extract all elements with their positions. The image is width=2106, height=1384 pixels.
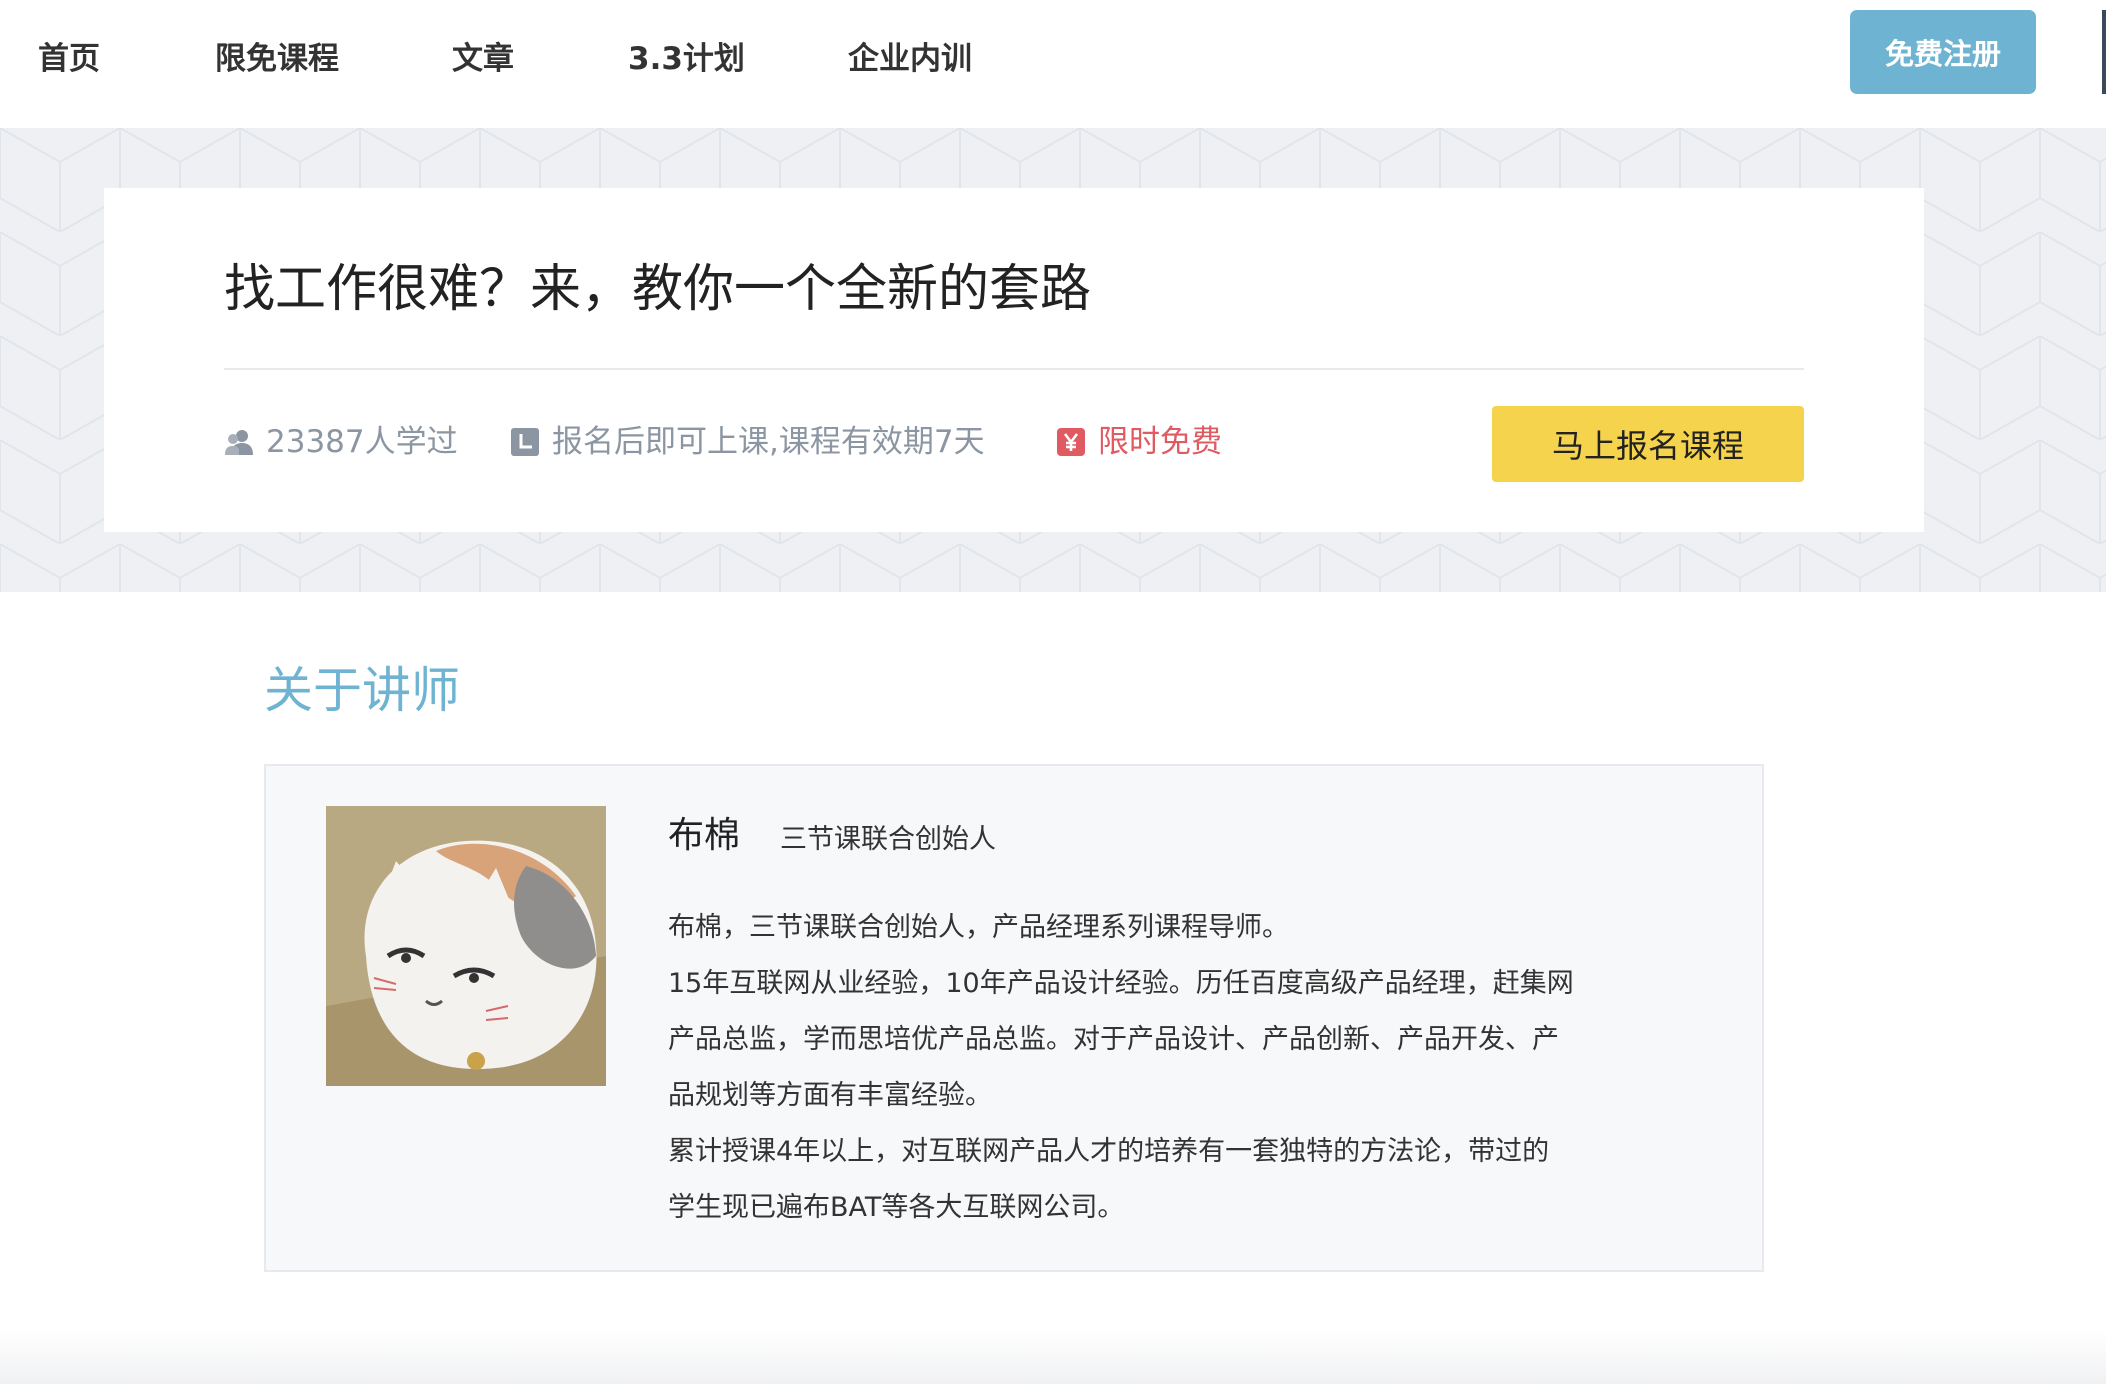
course-price-text: 限时免费	[1098, 424, 1222, 460]
nav-item-free-courses[interactable]: 限免课程	[215, 36, 339, 82]
bio-line: 品规划等方面有丰富经验。	[668, 1080, 992, 1111]
teacher-card: 布棉 三节课联合创始人 布棉，三节课联合创始人，产品经理系列课程导师。 15年互…	[264, 764, 1764, 1272]
teacher-avatar	[326, 806, 606, 1086]
yen-icon	[1056, 427, 1086, 457]
course-title: 找工作很难？来，教你一个全新的套路	[224, 260, 1092, 319]
teacher-name: 布棉	[668, 815, 741, 856]
course-validity-text: 报名后即可上课,课程有效期7天	[552, 424, 985, 460]
nav-item-plan[interactable]: 3.3计划	[628, 36, 745, 82]
nav-item-home[interactable]: 首页	[38, 36, 100, 82]
clock-icon	[510, 427, 540, 457]
bio-line: 学生现已遍布BAT等各大互联网公司。	[668, 1192, 1125, 1223]
teacher-section-title: 关于讲师	[264, 662, 461, 719]
page-bottom-fade	[0, 1330, 2106, 1384]
enroll-course-button[interactable]: 马上报名课程	[1492, 406, 1804, 482]
card-divider	[224, 368, 1804, 370]
course-price: 限时免费	[1056, 420, 1222, 464]
learner-count-text: 23387人学过	[266, 424, 458, 460]
top-nav: 首页 限免课程 文章 3.3计划 企业内训 免费注册	[0, 0, 2106, 128]
nav-item-enterprise-training[interactable]: 企业内训	[848, 36, 972, 82]
course-hero: 找工作很难？来，教你一个全新的套路 23387人学过 报名后即可上课,课程有效期…	[0, 128, 2106, 592]
teacher-bio: 布棉，三节课联合创始人，产品经理系列课程导师。 15年互联网从业经验，10年产品…	[668, 900, 1628, 1236]
nav-item-articles[interactable]: 文章	[452, 36, 514, 82]
users-icon	[224, 427, 254, 457]
page-edge-divider	[2102, 10, 2106, 94]
course-validity: 报名后即可上课,课程有效期7天	[510, 420, 985, 464]
bio-line: 产品总监，学而思培优产品总监。对于产品设计、产品创新、产品开发、产	[668, 1024, 1559, 1055]
bio-line: 布棉，三节课联合创始人，产品经理系列课程导师。	[668, 912, 1289, 943]
course-card: 找工作很难？来，教你一个全新的套路 23387人学过 报名后即可上课,课程有效期…	[104, 188, 1924, 532]
bio-line: 15年互联网从业经验，10年产品设计经验。历任百度高级产品经理，赶集网	[668, 968, 1574, 999]
register-button[interactable]: 免费注册	[1850, 10, 2036, 94]
learner-count: 23387人学过	[224, 420, 458, 464]
bio-line: 累计授课4年以上，对互联网产品人才的培养有一套独特的方法论，带过的	[668, 1136, 1550, 1167]
teacher-role: 三节课联合创始人	[780, 824, 996, 855]
